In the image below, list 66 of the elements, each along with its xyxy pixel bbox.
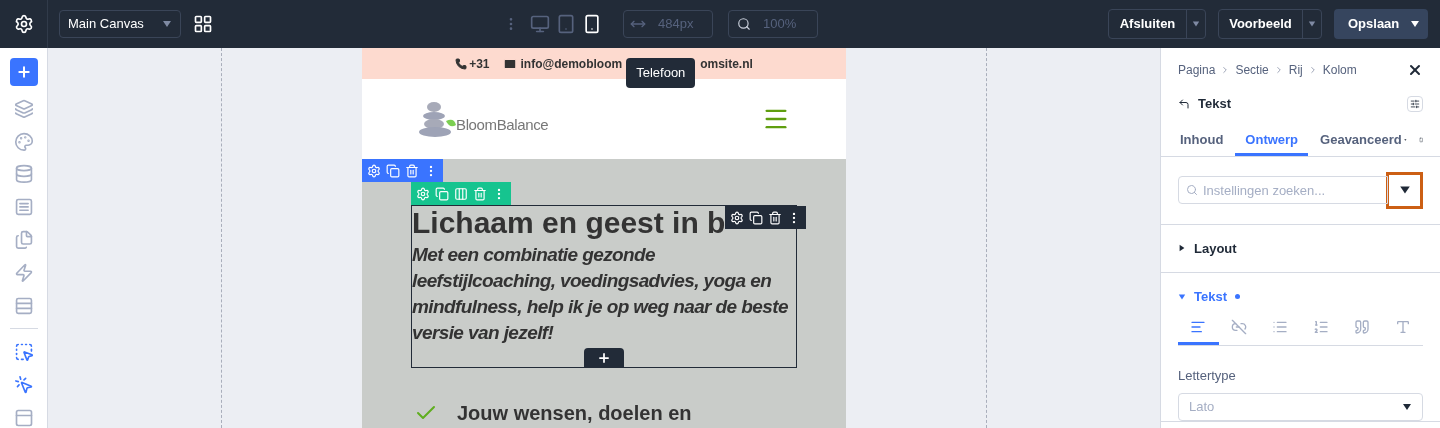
text-toolbar[interactable] xyxy=(725,206,807,229)
tab[interactable]: Ontwerp xyxy=(1235,123,1309,156)
select-icon[interactable] xyxy=(13,342,34,363)
unlink-icon xyxy=(1231,318,1248,335)
element-title: Tekst xyxy=(1198,95,1231,113)
pages-icon[interactable] xyxy=(13,230,34,250)
field-label: Lettertype xyxy=(1178,366,1237,385)
pointer-icon[interactable] xyxy=(13,375,34,396)
stones-logo-icon xyxy=(418,101,458,137)
caret-icon xyxy=(1192,20,1200,28)
lightning-icon[interactable] xyxy=(13,262,34,283)
phone-number: +31 xyxy=(469,55,490,73)
row-toolbar[interactable] xyxy=(411,182,511,205)
tooltip: Telefoon xyxy=(626,58,696,88)
caret-icon xyxy=(162,19,172,29)
caret-icon xyxy=(1308,20,1316,28)
caret-icon xyxy=(1402,402,1412,412)
text-style-icon xyxy=(1394,318,1411,335)
numbered-list-icon xyxy=(1312,318,1329,335)
split-button[interactable]: Voorbeeld xyxy=(1218,9,1322,39)
phone-icon xyxy=(455,57,468,70)
email-text: omsite.nl xyxy=(700,55,753,73)
save-button[interactable]: Opslaan xyxy=(1334,9,1428,39)
breadcrumb-link[interactable]: Sectie xyxy=(1235,61,1269,79)
logo-text: BloomBalance xyxy=(456,114,549,135)
back-icon[interactable] xyxy=(1178,97,1190,110)
rows-icon[interactable] xyxy=(13,295,34,316)
layers-icon[interactable] xyxy=(13,98,34,119)
filter-button[interactable] xyxy=(1386,171,1423,209)
settings-icon[interactable] xyxy=(730,210,745,225)
search-field[interactable]: Instellingen zoeken... xyxy=(1178,176,1388,204)
sliders-icon[interactable] xyxy=(1407,95,1423,112)
quote-icon xyxy=(1353,318,1370,335)
database-icon[interactable] xyxy=(13,164,34,185)
palette-icon[interactable] xyxy=(13,131,34,152)
breadcrumb-link[interactable]: Rij xyxy=(1288,61,1303,79)
section-header[interactable]: Layout xyxy=(1178,238,1423,258)
add-button[interactable] xyxy=(584,348,624,367)
close-icon[interactable] xyxy=(1407,62,1423,78)
caret-icon xyxy=(1178,292,1186,301)
breadcrumb-link[interactable]: Pagina xyxy=(1178,61,1216,79)
form-icon[interactable] xyxy=(13,197,34,217)
tab[interactable]: Inhoud xyxy=(1178,123,1226,156)
caret-icon xyxy=(1178,244,1186,253)
settings-icon[interactable] xyxy=(13,14,34,34)
intro-paragraph: Met een combinatie gezonde leefstijlcoaching, voedingsadvies, yoga en mindfulness, help ik je op weg naar de beste versie van jezelf! xyxy=(412,243,789,345)
search-icon xyxy=(1186,184,1198,196)
split-button[interactable]: Afsluiten xyxy=(1108,9,1206,39)
columns-icon[interactable] xyxy=(454,186,468,201)
filter-icon xyxy=(1398,184,1411,196)
delete-icon[interactable] xyxy=(768,210,783,225)
email-text: info@demobloom xyxy=(520,55,623,73)
template-icon[interactable] xyxy=(13,408,34,428)
zoom-icon xyxy=(737,17,751,31)
canvas-select[interactable]: Main Canvas xyxy=(59,10,181,38)
section-header[interactable]: Tekst xyxy=(1178,287,1423,307)
plus-icon xyxy=(597,350,611,365)
tab[interactable]: Geavanceerd xyxy=(1318,123,1404,156)
list-item: Jouw wensen, doelen en xyxy=(457,401,692,426)
caret-icon xyxy=(1410,19,1420,29)
breadcrumb-link[interactable]: Kolom xyxy=(1322,61,1357,79)
heading: Lichaam en geest in b xyxy=(412,206,726,240)
duplicate-icon[interactable] xyxy=(749,210,764,225)
device-mode-icon[interactable] xyxy=(582,14,602,34)
grid-icon[interactable] xyxy=(193,14,213,34)
plus-icon xyxy=(15,63,32,80)
